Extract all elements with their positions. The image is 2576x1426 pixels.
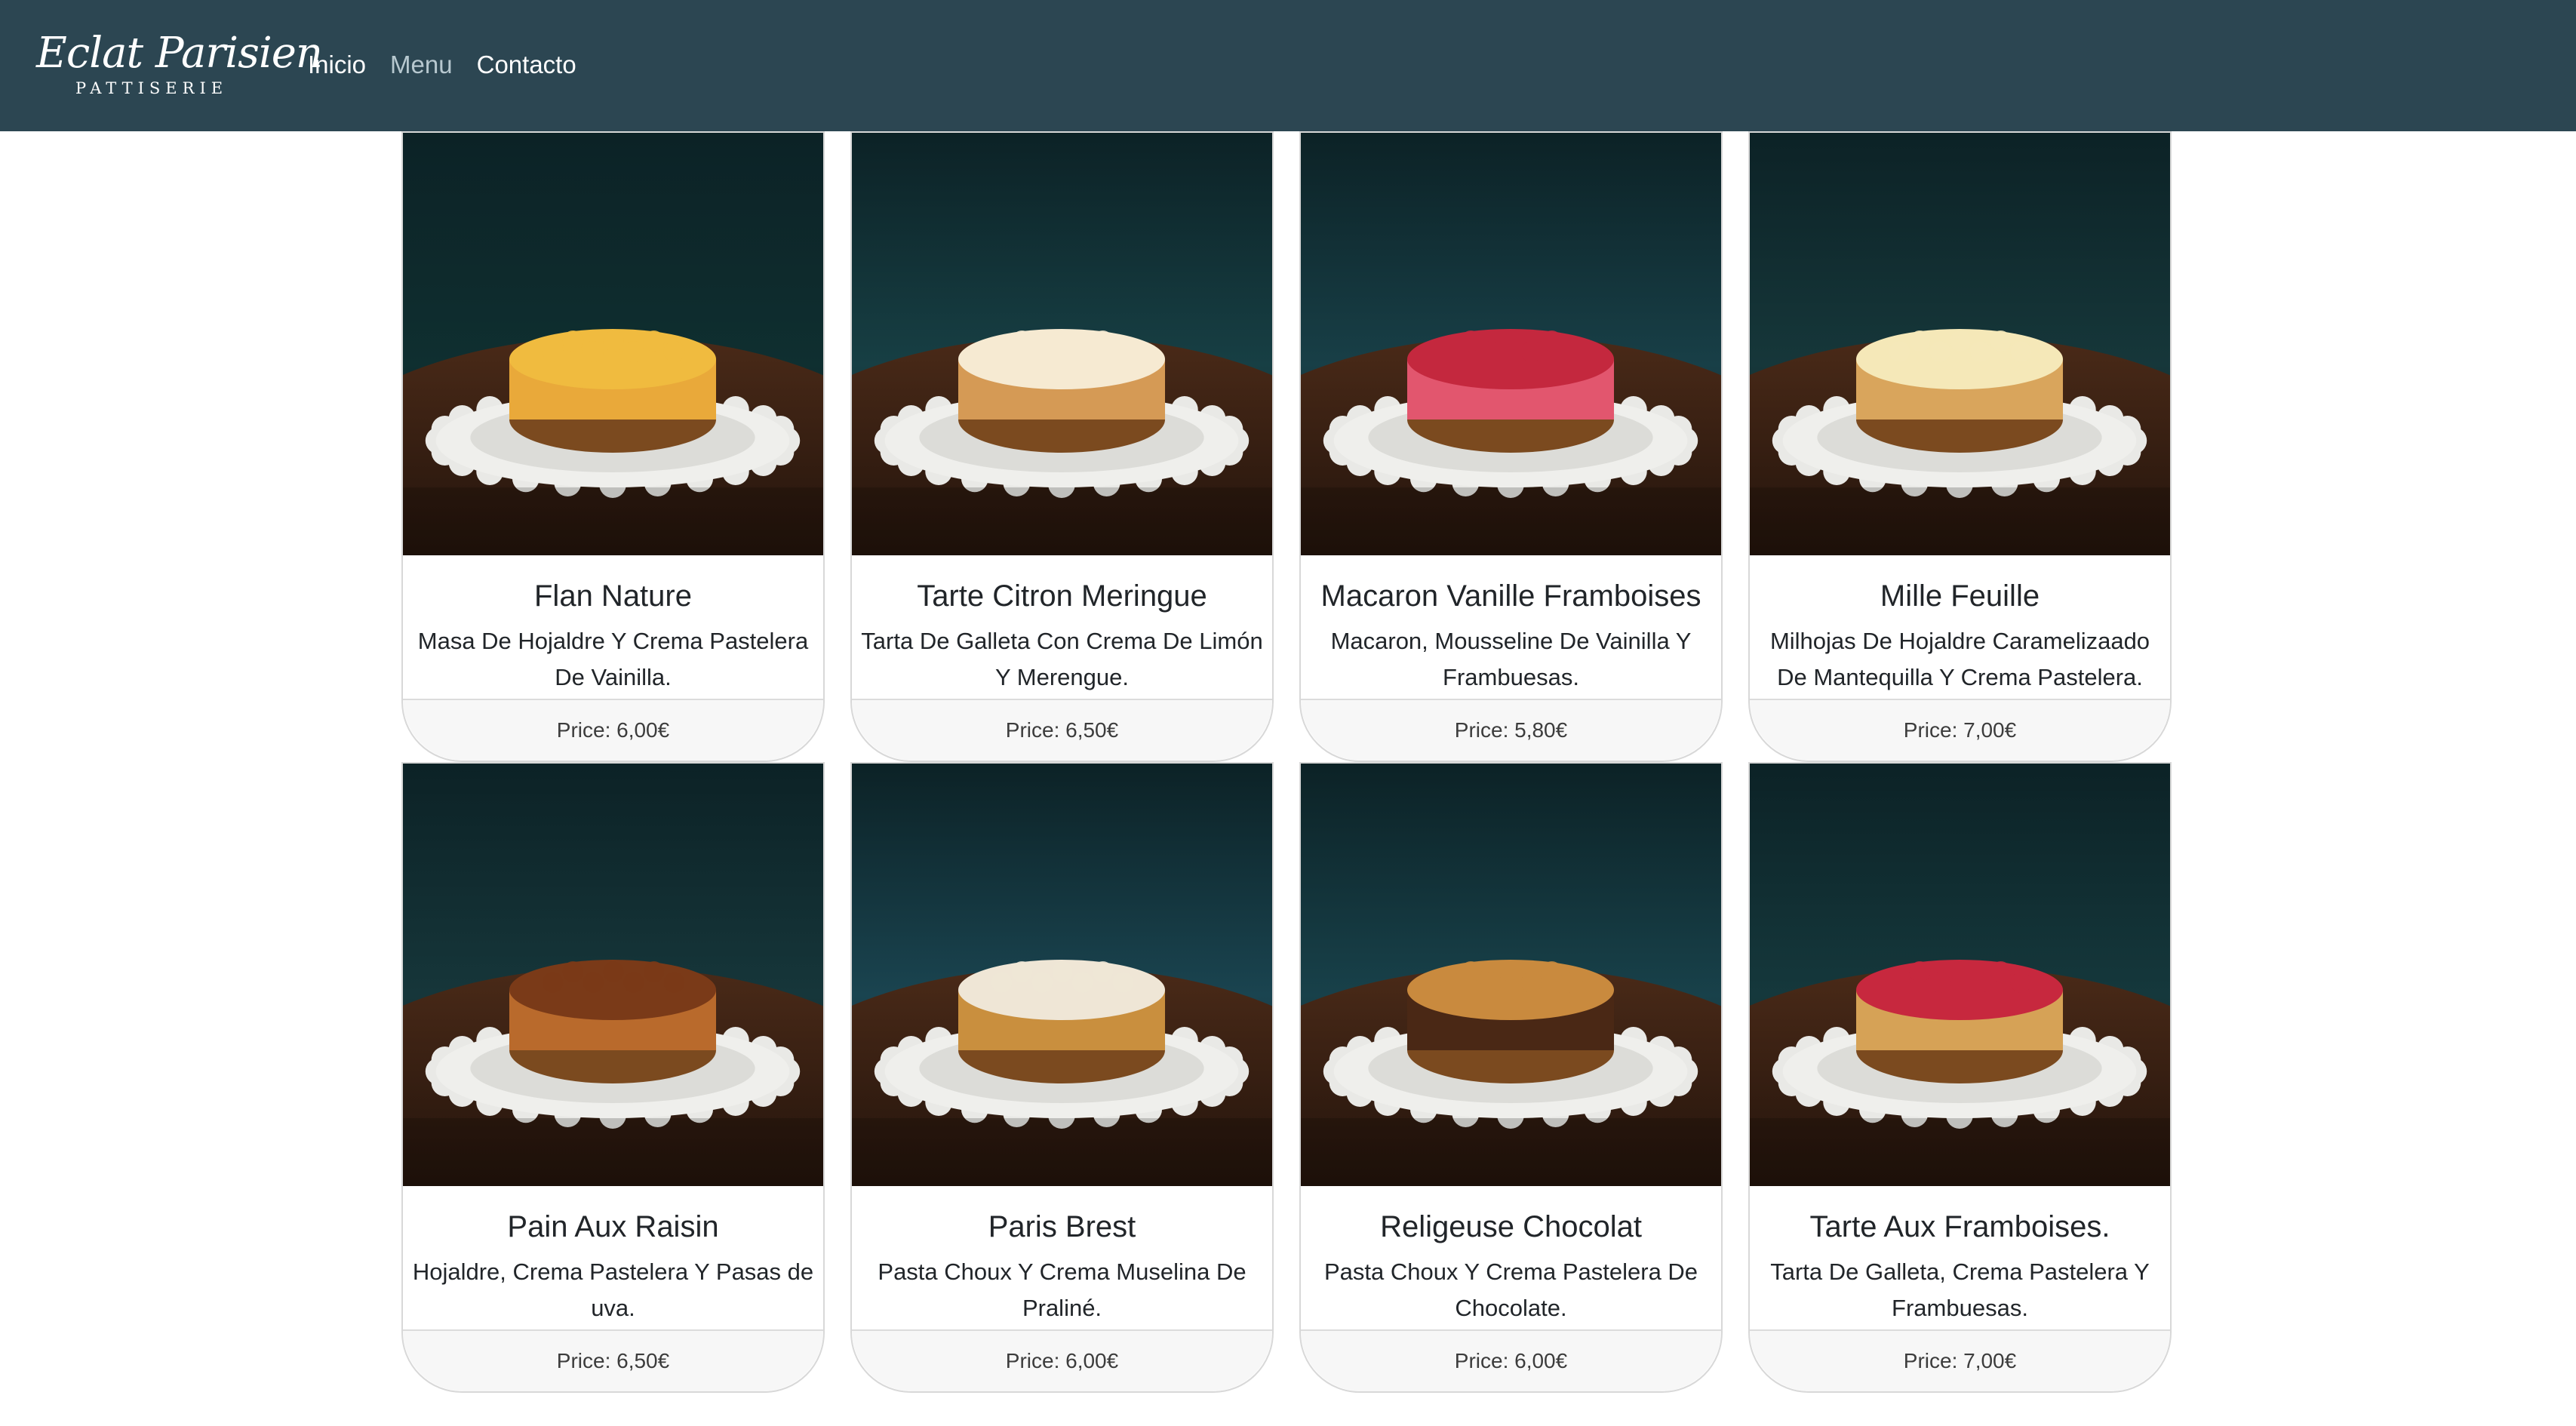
nav-item-inicio[interactable]: Inicio — [308, 45, 366, 85]
card-body: Religeuse Chocolat Pasta Choux Y Crema P… — [1301, 1186, 1721, 1329]
product-price: Price: 5,80€ — [1301, 699, 1721, 761]
product-description: Tarta De Galleta Con Crema De Limón Y Me… — [861, 628, 1263, 690]
product-card[interactable]: Tarte Aux Framboises. Tarta De Galleta, … — [1748, 762, 2172, 1393]
product-price: Price: 6,00€ — [852, 1329, 1272, 1391]
product-price: Price: 7,00€ — [1750, 1329, 2170, 1391]
raspberry-macaron-photo — [1301, 133, 1721, 555]
product-price: Price: 7,00€ — [1750, 699, 2170, 761]
pastry-shape — [1855, 960, 2064, 1083]
flan-tart-photo — [403, 133, 823, 555]
pastry-shape — [509, 329, 717, 453]
product-card[interactable]: Tarte Citron Meringue Tarta De Galleta C… — [850, 131, 1274, 762]
product-price: Price: 6,50€ — [403, 1329, 823, 1391]
religieuse-chocolat-photo — [1301, 764, 1721, 1186]
card-body: Tarte Aux Framboises. Tarta De Galleta, … — [1750, 1186, 2170, 1329]
card-body: Tarte Citron Meringue Tarta De Galleta C… — [852, 555, 1272, 699]
product-title: Macaron Vanille Framboises — [1320, 579, 1701, 613]
card-body: Paris Brest Pasta Choux Y Crema Muselina… — [852, 1186, 1272, 1329]
product-card[interactable]: Flan Nature Masa De Hojaldre Y Crema Pas… — [401, 131, 825, 762]
pastry-shape — [1406, 329, 1615, 453]
lemon-meringue-tart-photo — [852, 133, 1272, 555]
product-description: Masa De Hojaldre Y Crema Pastelera De Va… — [417, 628, 809, 690]
product-description: Milhojas De Hojaldre Caramelizaado De Ma… — [1769, 628, 2150, 690]
card-body: Mille Feuille Milhojas De Hojaldre Caram… — [1750, 555, 2170, 699]
raspberry-tart-photo — [1750, 764, 2170, 1186]
product-description: Pasta Choux Y Crema Muselina De Praliné. — [878, 1259, 1247, 1321]
nav-item-contacto[interactable]: Contacto — [477, 45, 576, 85]
brand-logo[interactable]: Eclat Parisien PATTISERIE — [36, 27, 323, 103]
product-title: Pain Aux Raisin — [507, 1210, 719, 1243]
product-card[interactable]: Mille Feuille Milhojas De Hojaldre Caram… — [1748, 131, 2172, 762]
nav-item-menu[interactable]: Menu — [390, 45, 453, 85]
pastry-shape — [509, 960, 717, 1083]
card-body: Pain Aux Raisin Hojaldre, Crema Pasteler… — [403, 1186, 823, 1329]
pastry-shape — [1406, 960, 1615, 1083]
navbar: Eclat Parisien PATTISERIE Inicio Menu Co… — [0, 0, 2576, 131]
brand-name: Eclat Parisien — [36, 29, 323, 78]
nav-links: Inicio Menu Contacto — [308, 45, 576, 85]
pain-aux-raisin-photo — [403, 764, 823, 1186]
product-description: Pasta Choux Y Crema Pastelera De Chocola… — [1323, 1259, 1698, 1321]
product-card[interactable]: Paris Brest Pasta Choux Y Crema Muselina… — [850, 762, 1274, 1393]
product-title: Mille Feuille — [1880, 579, 2040, 613]
paris-brest-photo — [852, 764, 1272, 1186]
product-title: Paris Brest — [988, 1210, 1136, 1243]
pastry-shape — [958, 960, 1166, 1083]
product-description: Macaron, Mousseline De Vainilla Y Frambu… — [1330, 628, 1692, 690]
product-card[interactable]: Religeuse Chocolat Pasta Choux Y Crema P… — [1299, 762, 1723, 1393]
mille-feuille-photo — [1750, 133, 2170, 555]
product-card[interactable]: Pain Aux Raisin Hojaldre, Crema Pasteler… — [401, 762, 825, 1393]
pastry-shape — [1855, 329, 2064, 453]
card-body: Macaron Vanille Framboises Macaron, Mous… — [1301, 555, 1721, 699]
product-description: Tarta De Galleta, Crema Pastelera Y Fram… — [1770, 1259, 2150, 1321]
product-description: Hojaldre, Crema Pastelera Y Pasas de uva… — [412, 1259, 814, 1321]
card-body: Flan Nature Masa De Hojaldre Y Crema Pas… — [403, 555, 823, 699]
product-grid: Flan Nature Masa De Hojaldre Y Crema Pas… — [401, 131, 2172, 1393]
pastry-shape — [958, 329, 1166, 453]
product-card[interactable]: Macaron Vanille Framboises Macaron, Mous… — [1299, 131, 1723, 762]
product-title: Tarte Aux Framboises. — [1809, 1210, 2110, 1243]
product-title: Tarte Citron Meringue — [917, 579, 1207, 613]
product-price: Price: 6,00€ — [1301, 1329, 1721, 1391]
product-title: Flan Nature — [534, 579, 692, 613]
product-price: Price: 6,50€ — [852, 699, 1272, 761]
product-title: Religeuse Chocolat — [1380, 1210, 1642, 1243]
product-price: Price: 6,00€ — [403, 699, 823, 761]
brand-subtitle: PATTISERIE — [75, 79, 229, 97]
